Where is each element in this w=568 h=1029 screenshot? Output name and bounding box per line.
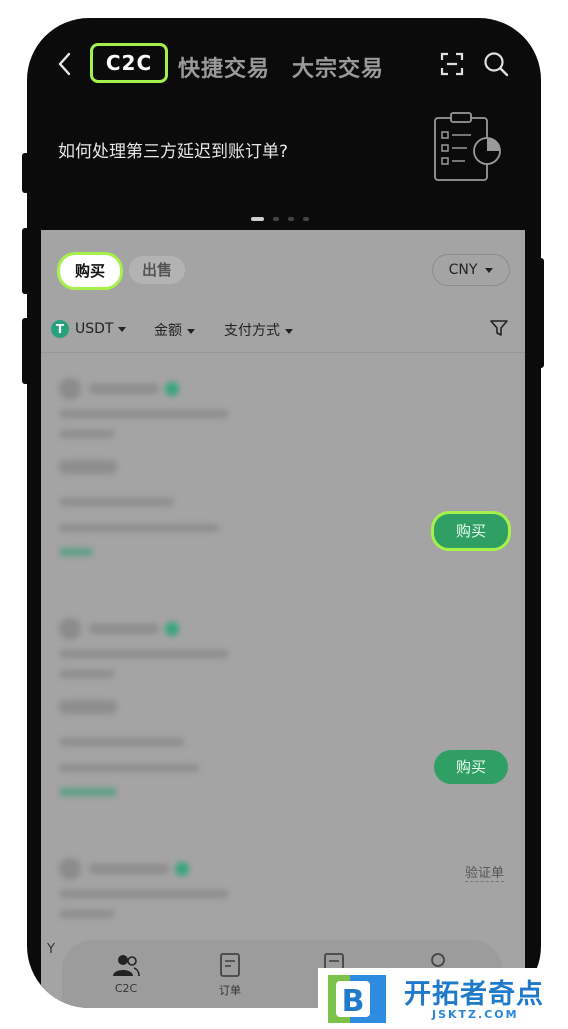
buy-tab[interactable]: 购买 — [57, 252, 123, 290]
divider — [41, 352, 525, 353]
filter-bar: T USDT 金额 支付方式 — [51, 318, 515, 342]
banner-text[interactable]: 如何处理第三方延迟到账订单? — [58, 137, 288, 162]
blurred-text — [59, 700, 117, 714]
tab-block-trade[interactable]: 大宗交易 — [292, 51, 384, 83]
partial-text: Y — [47, 942, 55, 957]
carousel-dot[interactable] — [251, 217, 264, 221]
blurred-text — [59, 764, 199, 772]
blurred-text — [59, 910, 115, 918]
amount-label: 金额 — [154, 323, 182, 339]
search-icon[interactable] — [483, 51, 509, 77]
caret-down-icon — [118, 326, 127, 332]
watermark: B 开拓者奇点 JSKTZ.COM — [318, 968, 568, 1029]
trade-panel: 购买 出售 CNY T USDT 金额 支付方式 购买 购买 验证单 Y — [41, 230, 525, 1008]
coin-label: USDT — [75, 321, 114, 337]
watermark-brand: 开拓者奇点 — [404, 979, 544, 1010]
document-icon — [220, 953, 240, 977]
buy-button[interactable]: 购买 — [431, 511, 511, 551]
verified-icon — [165, 382, 179, 396]
blurred-text — [59, 650, 229, 658]
blurred-text — [59, 670, 115, 678]
nav-item-c2c[interactable]: C2C — [96, 952, 156, 995]
avatar — [59, 378, 81, 400]
blurred-text — [89, 384, 159, 394]
carousel-dot[interactable] — [303, 217, 309, 221]
tab-quick-trade[interactable]: 快捷交易 — [178, 51, 270, 83]
tether-icon: T — [51, 320, 69, 338]
watermark-logo-letter: B — [342, 984, 365, 1019]
blurred-text — [59, 430, 115, 438]
chevron-left-icon[interactable] — [57, 52, 71, 81]
avatar — [59, 858, 81, 880]
caret-down-icon — [285, 328, 293, 334]
blurred-text — [89, 864, 169, 874]
caret-down-icon — [187, 328, 195, 334]
verify-order-link[interactable]: 验证单 — [465, 862, 505, 882]
top-bar: C2C 快捷交易 大宗交易 — [27, 18, 541, 108]
watermark-logo: B — [326, 973, 386, 1023]
avatar — [59, 618, 81, 640]
carousel-dot[interactable] — [273, 217, 279, 221]
amount-filter[interactable]: 金额 — [154, 320, 195, 340]
carousel-dots[interactable] — [251, 206, 318, 225]
verified-icon — [165, 622, 179, 636]
currency-label: CNY — [448, 262, 478, 278]
nav-label: C2C — [114, 982, 138, 995]
sell-tab[interactable]: 出售 — [129, 256, 185, 284]
buy-button[interactable]: 购买 — [434, 750, 508, 784]
blurred-text — [59, 498, 174, 506]
blurred-text — [59, 524, 219, 532]
funnel-icon[interactable] — [489, 318, 509, 338]
scan-icon[interactable] — [440, 52, 464, 76]
phone-frame: C2C 快捷交易 大宗交易 如何处理第三方延迟到账订单? 购买 出售 CNY T… — [27, 18, 541, 1008]
blurred-text — [59, 788, 117, 796]
coin-filter[interactable]: T USDT — [51, 320, 127, 338]
nav-label: 订单 — [219, 984, 241, 997]
carousel-dot[interactable] — [288, 217, 294, 221]
users-icon — [113, 955, 140, 977]
verified-icon — [175, 862, 189, 876]
payment-label: 支付方式 — [224, 323, 280, 339]
blurred-text — [59, 548, 93, 556]
nav-item-orders[interactable]: 订单 — [200, 952, 260, 998]
currency-select[interactable]: CNY — [432, 254, 510, 286]
payment-filter[interactable]: 支付方式 — [224, 320, 293, 340]
blurred-text — [59, 410, 229, 418]
blurred-text — [59, 738, 184, 746]
caret-down-icon — [485, 267, 494, 273]
clipboard-chart-icon — [429, 110, 507, 188]
watermark-domain: JSKTZ.COM — [432, 1008, 519, 1021]
tab-c2c[interactable]: C2C — [90, 43, 168, 83]
blurred-text — [59, 890, 229, 898]
blurred-text — [89, 624, 159, 634]
blurred-text — [59, 460, 117, 474]
